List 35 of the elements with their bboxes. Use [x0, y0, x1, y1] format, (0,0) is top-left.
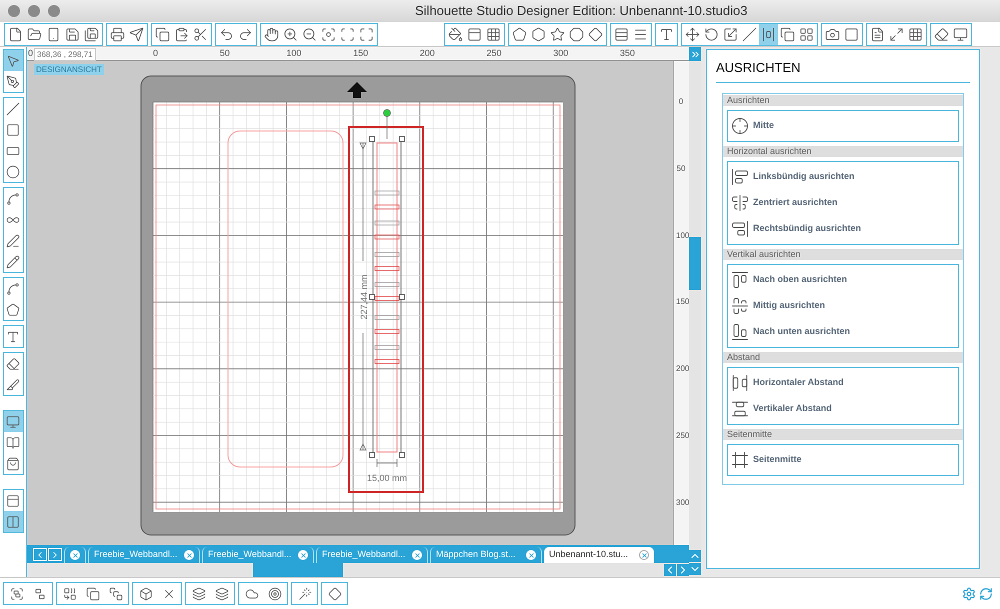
section-heading: Ausrichten [723, 94, 963, 106]
align-option[interactable]: Nach oben ausrichten [728, 266, 958, 292]
coordinates-display: 368,36 , 298,71 [34, 48, 96, 61]
ruler-label: 100 [286, 47, 302, 59]
align-option[interactable]: Mittig ausrichten [728, 292, 958, 318]
ruler-label: 0 [678, 97, 684, 107]
ruler-label: 300 [553, 47, 568, 59]
view-label: DESIGNANSICHT [34, 64, 104, 75]
ruler-label: 150 [353, 47, 368, 59]
document-tab[interactable]: Mäppchen Blog.st... [430, 547, 542, 563]
ruler-label: 350 [620, 47, 635, 59]
document-tab[interactable]: Freebie_Webbandl... [202, 547, 314, 563]
align-option[interactable]: Nach unten ausrichten [728, 318, 958, 344]
section-heading: Vertikal ausrichten [723, 248, 963, 260]
window-title: Silhouette Studio Designer Edition: Unbenannt-10.studio3 [415, 2, 748, 20]
width-label: 15,00 mm [366, 473, 408, 483]
ruler-label: 50 [676, 164, 686, 174]
ruler-label: 250 [486, 47, 502, 59]
document-tab[interactable]: Unbenannt-10.stu... [544, 547, 654, 563]
ruler-label: 50 [220, 47, 230, 59]
align-option[interactable]: Horizontaler Abstand [728, 370, 958, 396]
ruler-label: 0 [153, 47, 158, 59]
align-option[interactable]: Linksbündig ausrichten [728, 164, 958, 190]
section-heading: Horizontal ausrichten [723, 146, 963, 156]
section-heading: Abstand [723, 352, 963, 362]
align-option[interactable]: Rechtsbündig ausrichten [728, 216, 958, 242]
ruler-label: 200 [420, 47, 435, 59]
panel-title: AUSRICHTEN [716, 58, 970, 82]
ruler-label: 0 [28, 47, 34, 60]
height-label: 227,44 mm [359, 274, 369, 320]
align-option[interactable]: Zentriert ausrichten [728, 190, 958, 216]
document-tab[interactable]: Freebie_Webbandl... [88, 547, 200, 563]
section-heading: Seitenmitte [723, 428, 963, 440]
document-tab[interactable]: Freebie_Webbandl... [316, 547, 428, 563]
align-option[interactable]: Vertikaler Abstand [728, 396, 958, 422]
